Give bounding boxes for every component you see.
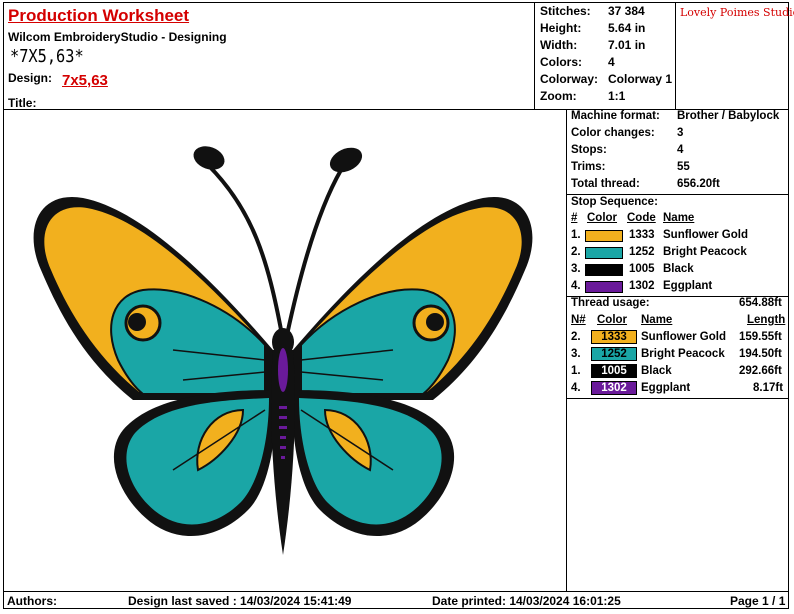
row-value: 4 xyxy=(677,144,684,156)
stat-value: 37 384 xyxy=(608,4,645,18)
usage-length: 8.17ft xyxy=(753,382,784,394)
stat-value: 1:1 xyxy=(608,89,626,103)
usage-name: Black xyxy=(641,365,672,377)
row-label: Stops: xyxy=(571,144,607,156)
usage-col-name: Name xyxy=(641,314,673,326)
usage-col-length: Length xyxy=(747,314,786,326)
stop-num: 2. xyxy=(571,246,581,258)
usage-col-num: N# xyxy=(571,314,586,326)
stop-name: Eggplant xyxy=(663,280,713,292)
thread-usage-total: 654.88ft xyxy=(739,297,782,309)
color-swatch xyxy=(585,247,623,259)
row-label: Color changes: xyxy=(571,127,655,139)
usage-name: Bright Peacock xyxy=(641,348,725,360)
stop-num: 3. xyxy=(571,263,581,275)
stat-label: Width: xyxy=(540,38,578,52)
stop-col-color: Color xyxy=(587,212,618,224)
footer-date-printed: Date printed: 14/03/2024 16:01:25 xyxy=(432,594,621,608)
stat-value: 7.01 in xyxy=(608,38,646,52)
header-info: Production Worksheet Wilcom EmbroiderySt… xyxy=(4,2,534,110)
row-value: 3 xyxy=(677,127,684,139)
thread-usage-title: Thread usage: xyxy=(571,297,650,309)
stats-box: Stitches: 37 384 Height: 5.64 in Width: … xyxy=(534,2,675,109)
row-value: 656.20ft xyxy=(677,178,720,190)
stat-label: Stitches: xyxy=(540,4,591,18)
design-name: *7X5,63* xyxy=(10,46,84,67)
usage-length: 159.55ft xyxy=(739,331,782,343)
stop-code: 1333 xyxy=(629,229,655,241)
usage-num: 4. xyxy=(571,382,581,394)
design-label: Design: xyxy=(8,71,53,85)
footer-authors: Authors: xyxy=(7,594,57,608)
design-value: 7x5,63 xyxy=(62,72,108,89)
stop-sequence-title: Stop Sequence: xyxy=(571,196,658,208)
row-value: Brother / Babylock xyxy=(677,110,780,122)
stat-value: 5.64 in xyxy=(608,21,646,35)
panel-divider xyxy=(567,194,789,195)
footer-last-saved: Design last saved : 14/03/2024 15:41:49 xyxy=(128,594,352,608)
design-preview xyxy=(3,110,566,591)
stop-col-num: # xyxy=(571,212,578,224)
worksheet-title: Production Worksheet xyxy=(8,6,190,25)
stop-col-name: Name xyxy=(663,212,695,224)
studio-logo: Lovely Poimes Studio xyxy=(680,6,794,19)
usage-length: 194.50ft xyxy=(739,348,782,360)
usage-num: 1. xyxy=(571,365,581,377)
color-swatch xyxy=(585,264,623,276)
software-subtitle: Wilcom EmbroideryStudio - Designing xyxy=(8,30,227,44)
stop-num: 4. xyxy=(571,280,581,292)
footer-divider xyxy=(3,591,789,592)
usage-swatch: 1252 xyxy=(591,347,637,361)
butterfly-embroidery-image xyxy=(33,146,533,555)
stat-value: Colorway 1 xyxy=(608,72,673,86)
stop-name: Sunflower Gold xyxy=(663,229,748,241)
stat-label: Zoom: xyxy=(540,89,577,103)
stop-name: Black xyxy=(663,263,694,275)
stat-label: Height: xyxy=(540,21,582,35)
stop-code: 1005 xyxy=(629,263,655,275)
row-label: Total thread: xyxy=(571,178,640,190)
stat-label: Colorway: xyxy=(540,72,599,86)
usage-swatch: 1005 xyxy=(591,364,637,378)
logo-box: Lovely Poimes Studio xyxy=(675,2,794,109)
color-swatch xyxy=(585,230,623,242)
usage-num: 2. xyxy=(571,331,581,343)
footer-page-number: Page 1 / 1 xyxy=(730,594,786,608)
usage-swatch: 1302 xyxy=(591,381,637,395)
title-label: Title: xyxy=(8,96,37,110)
stop-code: 1302 xyxy=(629,280,655,292)
stop-num: 1. xyxy=(571,229,581,241)
usage-name: Sunflower Gold xyxy=(641,331,726,343)
stat-value: 4 xyxy=(608,55,615,69)
stop-code: 1252 xyxy=(629,246,655,258)
stop-col-code: Code xyxy=(627,212,656,224)
usage-name: Eggplant xyxy=(641,382,691,394)
usage-length: 292.66ft xyxy=(739,365,782,377)
usage-num: 3. xyxy=(571,348,581,360)
stat-label: Colors: xyxy=(540,55,582,69)
color-swatch xyxy=(585,281,623,293)
row-label: Machine format: xyxy=(571,110,660,122)
row-label: Trims: xyxy=(571,161,606,173)
panel-divider xyxy=(567,398,789,399)
info-panel: Machine format: Brother / Babylock Color… xyxy=(566,110,789,591)
row-value: 55 xyxy=(677,161,690,173)
usage-col-color: Color xyxy=(597,314,628,326)
stop-name: Bright Peacock xyxy=(663,246,747,258)
usage-swatch: 1333 xyxy=(591,330,637,344)
